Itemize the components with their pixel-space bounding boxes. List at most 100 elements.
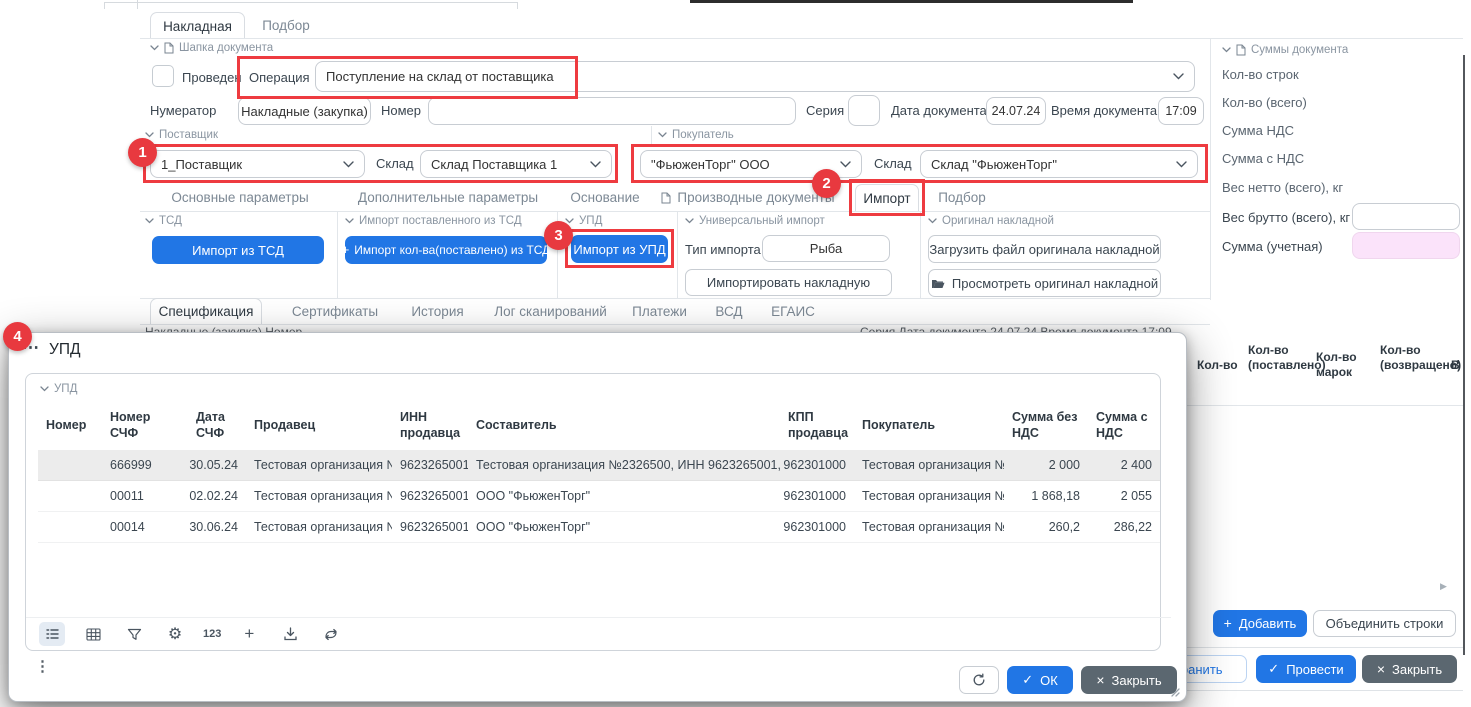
tab-main-params[interactable]: Основные параметры xyxy=(150,184,330,211)
tab-history[interactable]: История xyxy=(400,298,475,324)
import-from-tsd-button[interactable]: Импорт из ТСД xyxy=(152,236,324,264)
import-qty-from-tsd-button[interactable]: + Импорт кол-ва(поставлено) из ТСД xyxy=(345,236,547,264)
col-header[interactable]: Номер xyxy=(38,400,102,450)
import-type-field[interactable]: Рыба xyxy=(762,235,890,262)
modal-close-button[interactable]: × Закрыть xyxy=(1081,666,1177,694)
tab-import[interactable]: Импорт xyxy=(855,184,919,212)
post-button[interactable]: ✓ Провести xyxy=(1256,655,1356,683)
series-input[interactable] xyxy=(848,95,880,126)
col-header[interactable]: Покупатель xyxy=(854,400,1004,450)
upd-inner-section[interactable]: УПД xyxy=(40,383,77,395)
universal-import-section[interactable]: Универсальный импорт xyxy=(685,215,825,227)
chevron-down-icon xyxy=(40,386,49,392)
cell-seller-inn: 9623265001 xyxy=(392,450,468,481)
cell-number xyxy=(38,450,102,481)
col-header[interactable]: Номер СЧФ xyxy=(102,400,188,450)
supplier-warehouse-select[interactable]: Склад Поставщика 1 xyxy=(420,150,612,178)
tab-certificates[interactable]: Сертификаты xyxy=(285,298,385,324)
col-header[interactable]: КПП продавца xyxy=(780,400,854,450)
modal-ok-button[interactable]: ✓ ОК xyxy=(1007,666,1073,694)
tab-extra-params[interactable]: Дополнительные параметры xyxy=(338,184,558,211)
modal-refresh-button[interactable] xyxy=(959,666,999,694)
number-input[interactable] xyxy=(428,97,796,125)
doc-date-input[interactable]: 24.07.24 xyxy=(986,97,1046,125)
buyer-name: "ФьюженТорг" ООО xyxy=(651,157,770,172)
numerator-field[interactable]: Накладные (закупка) xyxy=(238,97,371,125)
col-header[interactable]: Сумма без НДС xyxy=(1004,400,1088,450)
original-invoice-section[interactable]: Оригинал накладной xyxy=(928,215,1054,227)
grid-view-icon[interactable] xyxy=(80,622,106,646)
tab-specification[interactable]: Спецификация xyxy=(150,298,262,324)
sums-section[interactable]: Суммы документа xyxy=(1222,44,1348,56)
sum-with-vat-label: Сумма с НДС xyxy=(1222,151,1304,166)
doc-header-section[interactable]: Шапка документа xyxy=(150,42,273,54)
sums-section-label: Суммы документа xyxy=(1251,44,1348,56)
conducted-checkbox[interactable] xyxy=(152,65,174,87)
check-icon: ✓ xyxy=(1022,672,1033,688)
doc-time-input[interactable]: 17:09 xyxy=(1158,97,1204,125)
doc-date-value: 24.07.24 xyxy=(992,104,1041,118)
scroll-right-arrow-icon[interactable]: ▶ xyxy=(1440,581,1447,592)
repeat-icon[interactable] xyxy=(318,622,344,646)
view-original-button[interactable]: Просмотреть оригинал накладной xyxy=(928,269,1161,297)
upd-table: Номер Номер СЧФ Дата СЧФ Продавец ИНН пр… xyxy=(38,400,1160,543)
list-view-icon[interactable] xyxy=(39,622,65,646)
spec-col-clipped: В xyxy=(1451,358,1463,373)
import-from-upd-button[interactable]: Импорт из УПД xyxy=(571,235,668,263)
upload-original-button[interactable]: Загрузить файл оригинала накладной xyxy=(928,235,1161,263)
cell-sum-no-vat: 2 000 xyxy=(1004,450,1088,481)
application-window: Накладная Подбор Шапка документа Проведе… xyxy=(0,0,1471,707)
tsd-qty-section[interactable]: Импорт поставленного из ТСД xyxy=(345,215,522,227)
supplier-section[interactable]: Поставщик xyxy=(145,129,218,141)
col-header[interactable]: Сумма с НДС xyxy=(1088,400,1160,450)
plus-icon: + xyxy=(1224,615,1232,631)
tsd-section[interactable]: ТСД xyxy=(145,215,182,227)
doc-time-label: Время документа xyxy=(1051,103,1157,118)
col-header[interactable]: Составитель xyxy=(468,400,780,450)
tab-vsd[interactable]: ВСД xyxy=(708,298,750,324)
operation-select[interactable]: Поступление на склад от поставщика xyxy=(315,61,1195,92)
view-original-label: Просмотреть оригинал накладной xyxy=(952,276,1158,291)
download-icon[interactable] xyxy=(277,622,303,646)
cell-number xyxy=(38,481,102,512)
col-header[interactable]: Дата СЧФ xyxy=(188,400,246,450)
add-row-button[interactable]: + Добавить xyxy=(1213,610,1307,637)
supplier-select[interactable]: 1_Поставщик xyxy=(150,150,365,178)
col-header[interactable]: Продавец xyxy=(246,400,392,450)
tab-egais[interactable]: ЕГАИС xyxy=(763,298,823,324)
tab-scan-log[interactable]: Лог сканирований xyxy=(488,298,613,324)
chevron-down-icon xyxy=(145,218,154,224)
tab-payments[interactable]: Платежи xyxy=(627,298,692,324)
add-row-label: Добавить xyxy=(1239,616,1296,631)
numbers-format-icon[interactable]: 123 xyxy=(203,622,221,646)
resize-handle[interactable] xyxy=(1169,685,1180,700)
upd-section[interactable]: УПД xyxy=(565,215,602,227)
cell-schf-number: 00011 xyxy=(102,481,188,512)
close-document-button[interactable]: × Закрыть xyxy=(1362,655,1457,683)
col-header[interactable]: ИНН продавца xyxy=(392,400,468,450)
buyer-warehouse-select[interactable]: Склад "ФьюженТорг" xyxy=(920,150,1198,178)
tab-selection-label: Подбор xyxy=(262,18,310,33)
tab-import-label: Импорт xyxy=(863,191,910,206)
tab-certificates-label: Сертификаты xyxy=(292,304,378,319)
buyer-section[interactable]: Покупатель xyxy=(658,129,734,141)
upd-modal: ⋯ УПД УПД Номер Номер СЧФ Дата СЧФ Прода… xyxy=(8,332,1187,702)
section-divider-3 xyxy=(677,212,678,298)
filter-icon[interactable] xyxy=(121,622,147,646)
add-column-icon[interactable]: + xyxy=(236,622,262,646)
cell-sum-vat: 2 400 xyxy=(1088,450,1160,481)
tab-selection[interactable]: Подбор xyxy=(252,12,320,39)
tab-invoice[interactable]: Накладная xyxy=(150,12,245,39)
vertical-scrollbar[interactable] xyxy=(1463,55,1465,655)
step-badge-4: 4 xyxy=(3,322,32,351)
gear-icon[interactable]: ⚙ xyxy=(162,622,188,646)
import-invoice-button[interactable]: Импортировать накладную xyxy=(685,269,892,296)
tab-basis[interactable]: Основание xyxy=(565,184,645,211)
tab-extra-params-label: Дополнительные параметры xyxy=(358,190,538,205)
modal-kebab-menu-icon[interactable]: ⋮ xyxy=(35,657,50,675)
supplier-buyer-divider xyxy=(651,126,652,146)
merge-rows-button[interactable]: Объединить строки xyxy=(1313,610,1456,637)
gross-weight-input[interactable] xyxy=(1352,203,1460,230)
account-sum-input[interactable] xyxy=(1352,232,1460,259)
tab-import-selection[interactable]: Подбор xyxy=(930,184,994,211)
